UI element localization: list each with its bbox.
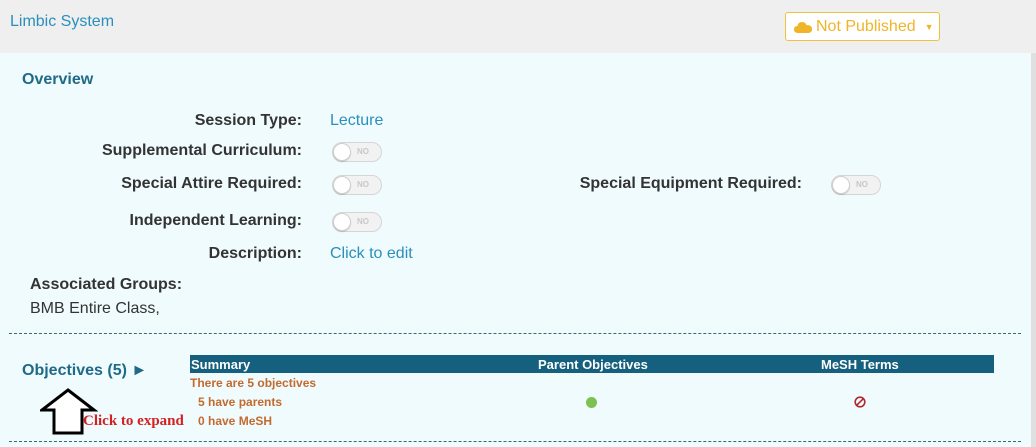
toggle-text: NO xyxy=(357,217,369,226)
description-label: Description: xyxy=(208,245,302,262)
toggle-text: NO xyxy=(357,147,369,156)
supplemental-curriculum-label: Supplemental Curriculum: xyxy=(101,142,302,159)
description-edit-link[interactable]: Click to edit xyxy=(330,245,413,263)
objectives-summary-table: Summary Parent Objectives MeSH Terms xyxy=(190,355,994,373)
column-header-mesh-terms: MeSH Terms xyxy=(821,357,899,372)
summary-parents-count: 5 have parents xyxy=(198,395,283,409)
click-to-expand-annotation: Click to expand xyxy=(83,413,184,429)
toggle-text: NO xyxy=(357,180,369,189)
associated-groups-value: BMB Entire Class, xyxy=(30,300,160,317)
section-divider xyxy=(9,441,1021,442)
session-title[interactable]: Limbic System xyxy=(10,13,114,31)
cloud-icon xyxy=(794,21,812,33)
independent-learning-label: Independent Learning: xyxy=(129,212,302,229)
publish-status-label: Not Published xyxy=(816,17,916,35)
summary-total-objectives: There are 5 objectives xyxy=(190,376,317,390)
publish-status-button[interactable]: Not Published ▼ xyxy=(785,12,940,41)
special-attire-label: Special Attire Required: xyxy=(121,175,302,192)
session-type-label: Session Type: xyxy=(194,112,302,129)
independent-learning-toggle[interactable]: NO xyxy=(332,212,382,232)
column-header-summary: Summary xyxy=(191,357,251,372)
toggle-text: NO xyxy=(856,180,868,189)
special-attire-toggle[interactable]: NO xyxy=(332,175,382,195)
toggle-knob xyxy=(333,143,351,161)
associated-groups-label: Associated Groups: xyxy=(30,276,183,293)
summary-mesh-count: 0 have MeSH xyxy=(198,414,273,428)
special-equipment-toggle[interactable]: NO xyxy=(831,175,881,195)
toggle-knob xyxy=(333,213,351,231)
special-equipment-label: Special Equipment Required: xyxy=(579,175,802,192)
objectives-expand-toggle[interactable]: Objectives (5) ► xyxy=(22,362,147,380)
toggle-knob xyxy=(832,176,850,194)
toggle-knob xyxy=(333,176,351,194)
summary-table-header: Summary Parent Objectives MeSH Terms xyxy=(190,355,994,373)
section-divider xyxy=(9,333,1021,334)
parent-objectives-status-icon xyxy=(586,397,597,408)
caret-down-icon: ▼ xyxy=(924,21,934,32)
scrollbar[interactable] xyxy=(1031,53,1036,447)
session-type-value[interactable]: Lecture xyxy=(330,112,383,130)
no-mesh-icon xyxy=(854,396,866,408)
supplemental-curriculum-toggle[interactable]: NO xyxy=(332,142,382,162)
overview-heading: Overview xyxy=(22,71,94,88)
column-header-parent-objectives: Parent Objectives xyxy=(538,357,648,372)
session-header: Limbic System Not Published ▼ xyxy=(0,0,1036,53)
